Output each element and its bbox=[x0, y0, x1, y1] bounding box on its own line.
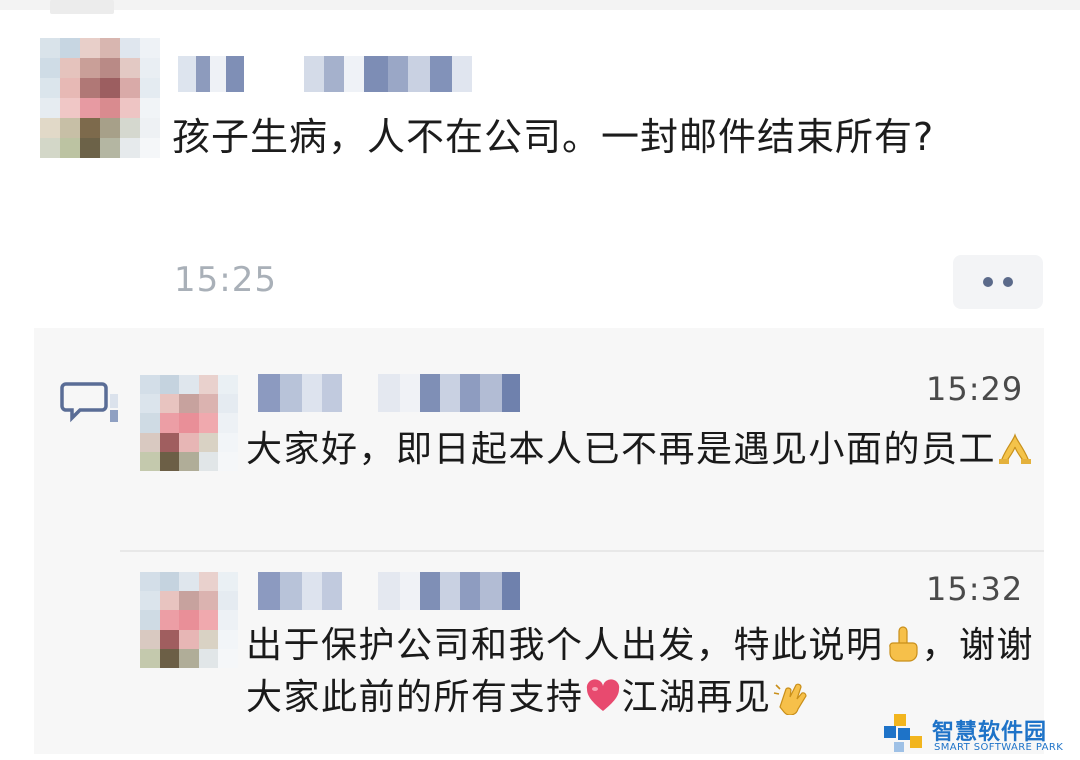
comment-username-blurred[interactable] bbox=[258, 374, 520, 412]
comment-icon bbox=[60, 382, 118, 423]
pray-hands-icon bbox=[996, 429, 1034, 467]
more-dots-icon bbox=[1003, 277, 1013, 287]
avatar[interactable] bbox=[40, 38, 160, 158]
comment-time: 15:29 bbox=[926, 370, 1024, 408]
comment-divider bbox=[120, 550, 1044, 552]
comment-text-part3: 江湖再见 bbox=[621, 677, 772, 718]
comment-time: 15:32 bbox=[926, 570, 1024, 608]
comment-text: 出于保护公司和我个人出发，特此说明 ，谢谢大家此前的所有支持 江湖再见 bbox=[246, 620, 1036, 724]
comment-text: 大家好，即日起本人已不再是遇见小面的员工 bbox=[246, 424, 1036, 476]
more-button[interactable] bbox=[953, 255, 1043, 309]
comment-username-blurred[interactable] bbox=[258, 572, 520, 610]
comment-text-body: 大家好，即日起本人已不再是遇见小面的员工 bbox=[246, 429, 997, 470]
top-bar bbox=[0, 0, 1080, 14]
watermark-logo-icon bbox=[884, 714, 922, 752]
watermark: 智慧软件园 SMART SOFTWARE PARK bbox=[880, 710, 1080, 760]
waving-hands-icon bbox=[772, 677, 810, 715]
post-text: 孩子生病，人不在公司。一封邮件结束所有? bbox=[172, 115, 935, 159]
username-blurred[interactable] bbox=[178, 56, 472, 92]
heart-icon bbox=[584, 677, 622, 715]
comment-avatar[interactable] bbox=[140, 572, 238, 668]
more-dots-icon bbox=[983, 277, 993, 287]
pointing-up-icon bbox=[884, 625, 922, 663]
comment-text-part1: 出于保护公司和我个人出发，特此说明 bbox=[246, 625, 884, 666]
watermark-subtitle: SMART SOFTWARE PARK bbox=[934, 742, 1064, 753]
comment-avatar[interactable] bbox=[140, 375, 238, 471]
post-time: 15:25 bbox=[174, 260, 277, 300]
